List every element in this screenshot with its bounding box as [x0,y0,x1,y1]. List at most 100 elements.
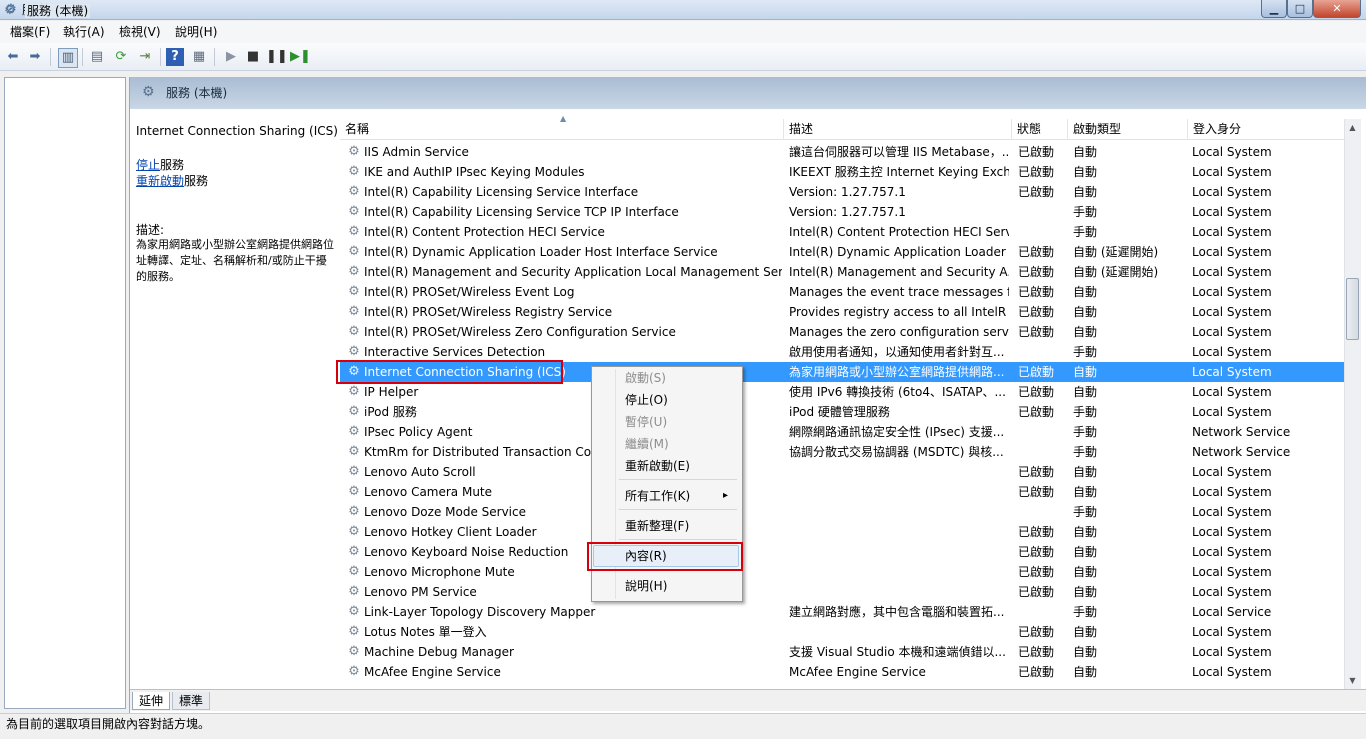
service-row[interactable]: ⚙ Intel(R) PROSet/Wireless Registry Servi… [340,302,1344,322]
service-row[interactable]: ⚙ Interactive Services Detection 啟用使用者通知，以… [340,342,1344,362]
service-row[interactable]: ⚙ Intel(R) PROSet/Wireless Zero Configura… [340,322,1344,342]
service-log-on-as: Local System [1192,545,1272,559]
context-menu-item-help[interactable]: 說明(H) [625,576,737,596]
scroll-down-icon[interactable]: ▼ [1344,672,1361,689]
stop-service-link[interactable]: 停止服務 [136,157,184,173]
restart-icon[interactable]: ▶❚ [290,48,311,66]
gear-icon: ⚙ [348,204,360,219]
forward-icon[interactable]: ➡ [26,48,44,66]
service-status: 已啟動 [1018,265,1055,279]
refresh-icon[interactable]: ⟳ [112,48,130,66]
gear-icon: ⚙ [348,584,360,599]
show-tree-icon[interactable]: ▥ [58,48,78,68]
service-row[interactable]: ⚙ Intel(R) PROSet/Wireless Event Log Manag… [340,282,1344,302]
service-row[interactable]: ⚙ IIS Admin Service 讓這台伺服器可以管理 IIS Metabas… [340,142,1344,162]
close-button[interactable]: ✕ [1313,0,1361,18]
toolbar-separator [214,48,215,66]
service-row[interactable]: ⚙ Lenovo Keyboard Noise Reduction 已啟動 自動 Loc… [340,542,1344,562]
service-row[interactable]: ⚙ Intel(R) Capability Licensing Service T… [340,202,1344,222]
service-startup-type: 自動 [1073,285,1098,299]
stop-icon[interactable]: ■ [244,48,262,66]
menu-help[interactable]: 說明(H) [175,24,217,40]
service-row[interactable]: ⚙ Link-Layer Topology Discovery Mapper 建立網… [340,602,1344,622]
column-header-description[interactable]: 描述 [784,119,1012,140]
context-menu-item-resume[interactable]: 繼續(M) [625,434,737,454]
service-description [789,482,1009,502]
menu-view[interactable]: 檢視(V) [119,24,161,40]
service-startup-type: 手動 [1073,225,1098,239]
service-row[interactable]: ⚙ Intel(R) Management and Security Applic… [340,262,1344,282]
context-menu-item-all-tasks[interactable]: 所有工作(K) ▸ [625,486,737,506]
service-row[interactable]: ⚙ Lotus Notes 單一登入 已啟動 自動 Local System [340,622,1344,642]
service-log-on-as: Local System [1192,645,1272,659]
properties-sheet-icon[interactable]: ▤ [88,48,106,66]
gear-icon: ⚙ [348,544,360,559]
context-menu-label: 說明(H) [625,579,668,593]
service-startup-type: 自動 [1073,565,1098,579]
tab-extended[interactable]: 延伸 [132,692,171,710]
tree-item-services-local[interactable]: 服務 (本機) [25,4,91,18]
service-log-on-as: Local System [1192,505,1272,519]
service-status: 已啟動 [1018,565,1055,579]
scroll-up-icon[interactable]: ▲ [1344,119,1361,136]
context-menu-item-pause[interactable]: 暫停(U) [625,412,737,432]
gear-icon: ⚙ [348,484,360,499]
service-row[interactable]: ⚙ Intel(R) Capability Licensing Service I… [340,182,1344,202]
maximize-button[interactable]: □ [1287,0,1313,18]
restart-link-text[interactable]: 重新啟動 [136,174,184,188]
play-icon[interactable]: ▶ [222,48,240,66]
context-menu-item-refresh[interactable]: 重新整理(F) [625,516,737,536]
service-row[interactable]: ⚙ IP Helper 使用 IPv6 轉換技術 (6to4、ISATAP、... 已… [340,382,1344,402]
stop-link-text[interactable]: 停止 [136,158,160,172]
column-header-startup-type[interactable]: 啟動類型 [1068,119,1188,140]
gear-icon: ⚙ [348,264,360,279]
column-header-status[interactable]: 狀態 [1012,119,1068,140]
back-icon[interactable]: ⬅ [4,48,22,66]
service-row[interactable]: ⚙ Intel(R) Content Protection HECI Servic… [340,222,1344,242]
service-startup-type: 自動 [1073,365,1098,379]
service-row[interactable]: ⚙ IKE and AuthIP IPsec Keying Modules IKEE… [340,162,1344,182]
service-status: 已啟動 [1018,665,1055,679]
selection-highlight-annotation [336,360,563,384]
service-row[interactable]: ⚙ Machine Debug Manager 支援 Visual Studio 本… [340,642,1344,662]
column-header-log-on-as[interactable]: 登入身分 [1188,119,1344,140]
service-row[interactable]: ⚙ Intel(R) Dynamic Application Loader Hos… [340,242,1344,262]
service-status: 已啟動 [1018,625,1055,639]
minimize-button[interactable]: ▁ [1261,0,1287,18]
service-row[interactable]: ⚙ Lenovo Auto Scroll 已啟動 自動 Local System [340,462,1344,482]
restart-service-link[interactable]: 重新啟動服務 [136,173,208,189]
service-status [1018,342,1068,362]
service-startup-type: 手動 [1073,605,1098,619]
service-row[interactable]: ⚙ Lenovo Doze Mode Service 手動 Local System [340,502,1344,522]
vertical-scrollbar[interactable] [1344,119,1361,689]
service-row[interactable]: ⚙ KtmRm for Distributed Transaction Coord… [340,442,1344,462]
context-menu-item-start[interactable]: 啟動(S) [625,368,737,388]
service-startup-type: 手動 [1073,505,1098,519]
toolbar: ⬅ ➡ ▥ ▤ ⟳ ⇥ ? ▦ ▶ ■ ❚❚ ▶❚ [0,43,1366,71]
service-row[interactable]: ⚙ Lenovo Microphone Mute 已啟動 自動 Local System [340,562,1344,582]
tab-standard[interactable]: 標準 [172,692,211,710]
description-label: 描述: [136,223,165,237]
scroll-thumb[interactable] [1346,278,1359,340]
menu-action[interactable]: 執行(A) [63,24,105,40]
service-row[interactable]: ⚙ Lenovo Hotkey Client Loader 已啟動 自動 Local S… [340,522,1344,542]
menu-file[interactable]: 檔案(F) [10,24,50,40]
context-menu-label: 所有工作(K) [625,489,691,503]
service-row[interactable]: ⚙ iPod 服務 iPod 硬體管理服務 已啟動 手動 Local System [340,402,1344,422]
service-startup-type: 自動 [1073,525,1098,539]
service-row[interactable]: ⚙ Lenovo PM Service 已啟動 自動 Local System [340,582,1344,602]
service-row[interactable]: ⚙ Lenovo Camera Mute 已啟動 自動 Local System [340,482,1344,502]
pause-icon[interactable]: ❚❚ [266,48,288,66]
service-status: 已啟動 [1018,365,1055,379]
help-icon[interactable]: ? [166,48,184,66]
context-menu-item-restart[interactable]: 重新啟動(E) [625,456,737,476]
action-pane-icon[interactable]: ▦ [190,48,208,66]
service-row[interactable]: ⚙ IPsec Policy Agent 網際網路通訊協定安全性 (IPsec) 支… [340,422,1344,442]
service-description: Manages the event trace messages f... [789,285,1009,299]
context-menu-item-stop[interactable]: 停止(O) [625,390,737,410]
export-list-icon[interactable]: ⇥ [136,48,154,66]
service-status: 已啟動 [1018,385,1055,399]
service-row[interactable]: ⚙ McAfee Engine Service McAfee Engine Serv… [340,662,1344,682]
service-description: Intel(R) Dynamic Application Loader ... [789,245,1009,259]
context-menu-label: 重新整理(F) [625,519,690,533]
